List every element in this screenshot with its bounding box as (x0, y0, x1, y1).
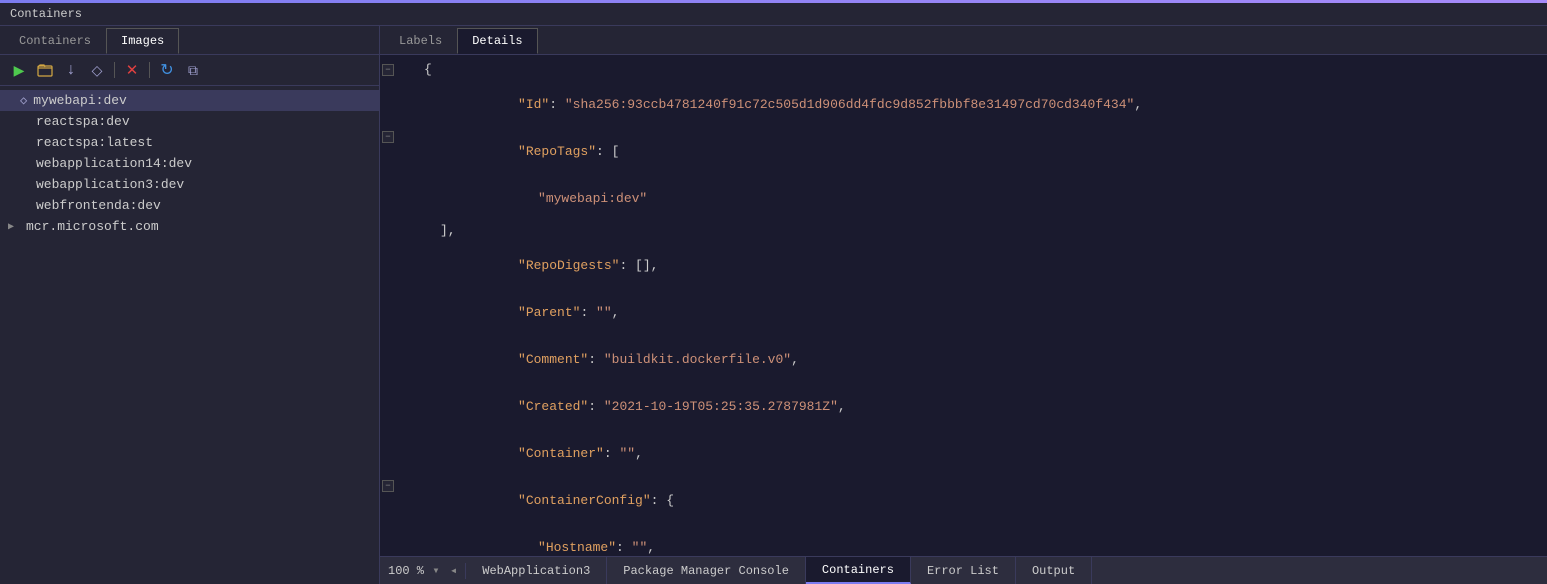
tab-images[interactable]: Images (106, 28, 179, 54)
json-created: "Created": "2021-10-19T05:25:35.2787981Z… (420, 384, 846, 429)
json-container: "Container": "", (420, 431, 643, 476)
right-panel: Labels Details − { "Id": "sha256:93ccb47… (380, 26, 1547, 584)
collapse-btn-3[interactable]: − (382, 131, 394, 143)
json-line-8: "Comment": "buildkit.dockerfile.v0", (380, 336, 1547, 383)
status-bar: 100 % ▾ ◂ WebApplication3 Package Manage… (380, 556, 1547, 584)
tree-item-reactspa-dev[interactable]: reactspa:dev (0, 111, 379, 132)
tree-item-label: webapplication14:dev (36, 156, 192, 171)
scroll-left-btn[interactable]: ◂ (450, 563, 457, 578)
image-tree-list: ◇ mywebapi:dev reactspa:dev reactspa:lat… (0, 86, 379, 584)
collapse-btn-11[interactable]: − (382, 480, 394, 492)
zoom-value: 100 % (388, 564, 424, 578)
json-line-10: "Container": "", (380, 430, 1547, 477)
bottom-tab-output[interactable]: Output (1016, 557, 1092, 584)
collapse-btn-1[interactable]: − (382, 64, 394, 76)
left-tab-bar: Containers Images (0, 26, 379, 55)
json-line-1: − { (380, 61, 1547, 81)
json-repotags-open: "RepoTags": [ (420, 129, 619, 174)
json-content: − { "Id": "sha256:93ccb4781240f91c72c505… (380, 55, 1547, 556)
tag-button[interactable]: ◇ (86, 59, 108, 81)
copy-button[interactable]: ⧉ (182, 59, 204, 81)
json-line-12: "Hostname": "", (380, 524, 1547, 556)
tree-item-label: webfrontenda:dev (36, 198, 161, 213)
zoom-dropdown-btn[interactable]: ▾ (428, 563, 444, 579)
tree-item-label: mywebapi:dev (33, 93, 127, 108)
json-repodigests: "RepoDigests": [], (420, 243, 658, 288)
tree-item-mywebapi-dev[interactable]: ◇ mywebapi:dev (0, 90, 379, 111)
tab-details[interactable]: Details (457, 28, 537, 54)
json-line-11: − "ContainerConfig": { (380, 477, 1547, 524)
pull-button[interactable]: ↓ (60, 59, 82, 81)
zoom-control: 100 % ▾ ◂ (380, 563, 466, 579)
tree-item-mcr-microsoft[interactable]: ▶ mcr.microsoft.com (0, 216, 379, 237)
json-hostname: "Hostname": "", (420, 525, 655, 556)
image-icon: ◇ (20, 93, 27, 108)
bottom-tab-package-manager[interactable]: Package Manager Console (607, 557, 806, 584)
bottom-tab-error-list[interactable]: Error List (911, 557, 1016, 584)
json-repotags-close: ], (420, 223, 456, 238)
json-containerconfig-open: "ContainerConfig": { (420, 478, 674, 523)
toolbar: ▶ ↓ ◇ ✕ ↻ ⧉ (0, 55, 379, 86)
delete-button[interactable]: ✕ (121, 59, 143, 81)
json-line-5: ], (380, 222, 1547, 242)
tree-item-label: mcr.microsoft.com (26, 219, 159, 234)
bottom-tab-webapplication3[interactable]: WebApplication3 (466, 557, 607, 584)
bottom-tabs: WebApplication3 Package Manager Console … (466, 557, 1547, 584)
bottom-tab-containers[interactable]: Containers (806, 557, 911, 584)
expand-arrow-icon[interactable]: ▶ (8, 221, 22, 233)
refresh-button[interactable]: ↻ (156, 59, 178, 81)
json-id: "Id": "sha256:93ccb4781240f91c72c505d1d9… (420, 82, 1142, 127)
json-line-4: "mywebapi:dev" (380, 175, 1547, 222)
json-line-2: "Id": "sha256:93ccb4781240f91c72c505d1d9… (380, 81, 1547, 128)
tree-item-label: webapplication3:dev (36, 177, 184, 192)
tree-item-webapplication3-dev[interactable]: webapplication3:dev (0, 174, 379, 195)
content-area: Containers Images ▶ ↓ ◇ ✕ ↻ ⧉ ◇ (0, 26, 1547, 584)
tree-item-reactspa-latest[interactable]: reactspa:latest (0, 132, 379, 153)
left-panel: Containers Images ▶ ↓ ◇ ✕ ↻ ⧉ ◇ (0, 26, 380, 584)
json-brace-open: { (420, 62, 432, 77)
toolbar-separator-2 (149, 62, 150, 78)
json-line-7: "Parent": "", (380, 289, 1547, 336)
json-line-3: − "RepoTags": [ (380, 128, 1547, 175)
json-line-9: "Created": "2021-10-19T05:25:35.2787981Z… (380, 383, 1547, 430)
json-comment: "Comment": "buildkit.dockerfile.v0", (420, 337, 799, 382)
tree-item-label: reactspa:latest (36, 135, 153, 150)
tree-item-webfrontenda-dev[interactable]: webfrontenda:dev (0, 195, 379, 216)
tree-item-webapplication14-dev[interactable]: webapplication14:dev (0, 153, 379, 174)
json-line-6: "RepoDigests": [], (380, 242, 1547, 289)
tab-labels[interactable]: Labels (384, 28, 457, 54)
run-button[interactable]: ▶ (8, 59, 30, 81)
open-folder-button[interactable] (34, 59, 56, 81)
toolbar-separator (114, 62, 115, 78)
tab-containers[interactable]: Containers (4, 28, 106, 54)
right-tab-bar: Labels Details (380, 26, 1547, 55)
json-parent: "Parent": "", (420, 290, 619, 335)
window-title: Containers (0, 3, 1547, 26)
tree-item-label: reactspa:dev (36, 114, 130, 129)
json-repotag-value: "mywebapi:dev" (420, 176, 647, 221)
